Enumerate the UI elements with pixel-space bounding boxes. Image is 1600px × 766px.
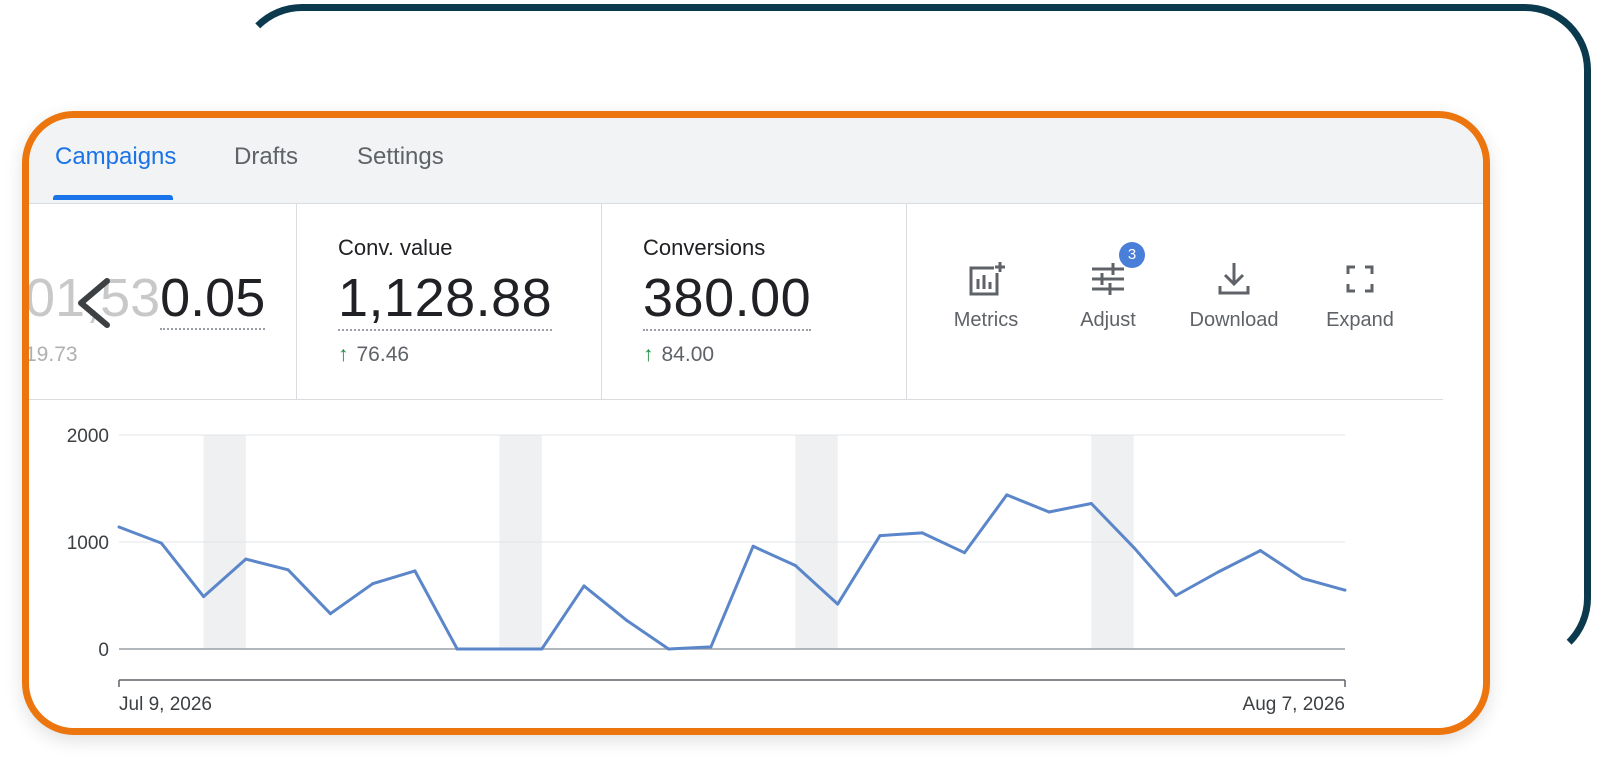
series-line [118,493,1346,651]
tab-settings[interactable]: Settings [357,143,444,171]
chevron-left-icon[interactable] [69,273,119,333]
data-point [1343,588,1347,592]
data-point [836,602,840,606]
scorecard-delta: 19.73 [25,343,78,366]
y-tick-label: 1000 [67,533,109,554]
data-point [1089,501,1093,505]
data-point [1047,510,1051,514]
data-point [963,551,967,555]
metrics-button[interactable]: Metrics [931,259,1041,332]
data-point [1005,493,1009,497]
scorecard-conv-value[interactable]: Conv. value 1,128.88 ↑ 76.46 [297,203,602,399]
active-tab-indicator [53,195,173,200]
data-point [793,564,797,568]
data-point [286,568,290,572]
data-point [328,612,332,616]
data-point [244,557,248,561]
data-point [413,569,417,573]
data-point [920,531,924,535]
chart-toolbar: Metrics 3 Adjust Download Expand [905,203,1443,399]
metrics-label: Metrics [953,309,1019,331]
adjust-label: Adjust [1080,309,1136,331]
data-point [497,647,501,651]
scorecard-delta: ↑ 76.46 [338,343,410,366]
expand-label: Expand [1326,309,1394,331]
performance-line-chart: 0 1000 2000 Jul 9, 2026 Aug 7, 2026 [67,426,1347,715]
data-point [1216,570,1220,574]
scorecard-delta: ↑ 84.00 [643,343,715,366]
scorecard-partial[interactable]: 01,530.05 19.73 [29,203,297,399]
download-icon [1218,263,1250,295]
expand-icon [1346,265,1374,293]
scorecards-row: 01,530.05 19.73 Conv. value 1,128.88 ↑ 76… [29,203,1443,400]
data-point [751,544,755,548]
download-label: Download [1189,309,1279,331]
adjust-badge: 3 [1119,242,1145,268]
x-tick-label-end: Aug 7, 2026 [1243,694,1345,715]
scorecard-value: 380.00 [643,269,812,331]
data-point [455,647,459,651]
arrow-up-icon: ↑ [643,343,654,366]
data-point [709,645,713,649]
tab-drafts[interactable]: Drafts [234,143,298,171]
data-point [117,525,121,529]
tab-bar: Campaigns Drafts Settings [29,118,1483,204]
data-point [540,647,544,651]
data-point [202,595,206,599]
adjust-button[interactable]: 3 Adjust [1053,242,1163,332]
arrow-up-icon: ↑ [338,343,349,366]
data-point [582,584,586,588]
data-point [624,618,628,622]
scorecard-value: 01,530.05 [25,268,266,330]
data-point [371,582,375,586]
data-point [1132,545,1136,549]
data-point [1174,594,1178,597]
scorecard-value: 1,128.88 [338,269,553,331]
data-point [1301,576,1305,580]
y-tick-label: 0 [98,640,109,661]
metrics-icon [969,261,1006,296]
expand-button[interactable]: Expand [1305,259,1415,332]
data-point [878,534,882,538]
campaigns-card: Campaigns Drafts Settings 01,530.05 19.7… [22,111,1490,735]
data-point [667,647,671,651]
adjust-icon [1092,263,1124,295]
data-point [1258,549,1262,553]
scorecard-conversions[interactable]: Conversions 380.00 ↑ 84.00 [602,203,907,399]
download-button[interactable]: Download [1179,259,1289,332]
scorecard-label: Conversions [643,235,766,260]
data-point [159,541,163,545]
tab-campaigns[interactable]: Campaigns [55,143,176,171]
scorecard-label: Conv. value [338,235,453,260]
y-tick-label: 2000 [67,426,109,447]
x-tick-label-start: Jul 9, 2026 [119,694,212,715]
